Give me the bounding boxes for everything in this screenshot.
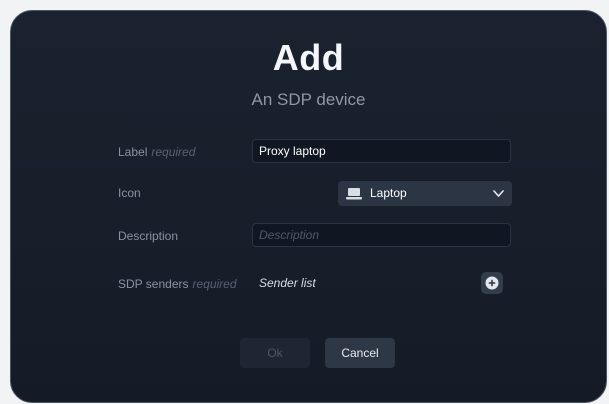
description-input[interactable]: Description [252, 223, 511, 247]
label-input[interactable]: Proxy laptop [252, 139, 511, 163]
sdp-senders-label-text: SDP senders [118, 277, 189, 291]
add-sender-button[interactable] [481, 272, 503, 294]
icon-field-label: Icon [118, 186, 141, 200]
ok-button[interactable]: Ok [240, 338, 310, 368]
required-tag: required [151, 145, 196, 159]
sender-list: Sender list [259, 276, 316, 290]
sdp-senders-field-label: SDP senders required [118, 277, 237, 291]
required-tag: required [192, 277, 237, 291]
description-field-label: Description [118, 229, 179, 243]
add-device-dialog: Add An SDP device Label required Proxy la… [10, 10, 607, 403]
chevron-down-icon [493, 190, 504, 197]
label-field-label: Label required [118, 145, 195, 159]
plus-circle-icon [485, 276, 499, 290]
icon-select-value: Laptop [370, 186, 407, 200]
icon-select[interactable]: Laptop [338, 181, 512, 206]
dialog-subtitle: An SDP device [251, 90, 366, 109]
label-field-label-text: Label [118, 145, 148, 159]
cancel-button[interactable]: Cancel [325, 338, 395, 368]
dialog-title: Add [272, 37, 345, 78]
laptop-icon [346, 188, 362, 200]
